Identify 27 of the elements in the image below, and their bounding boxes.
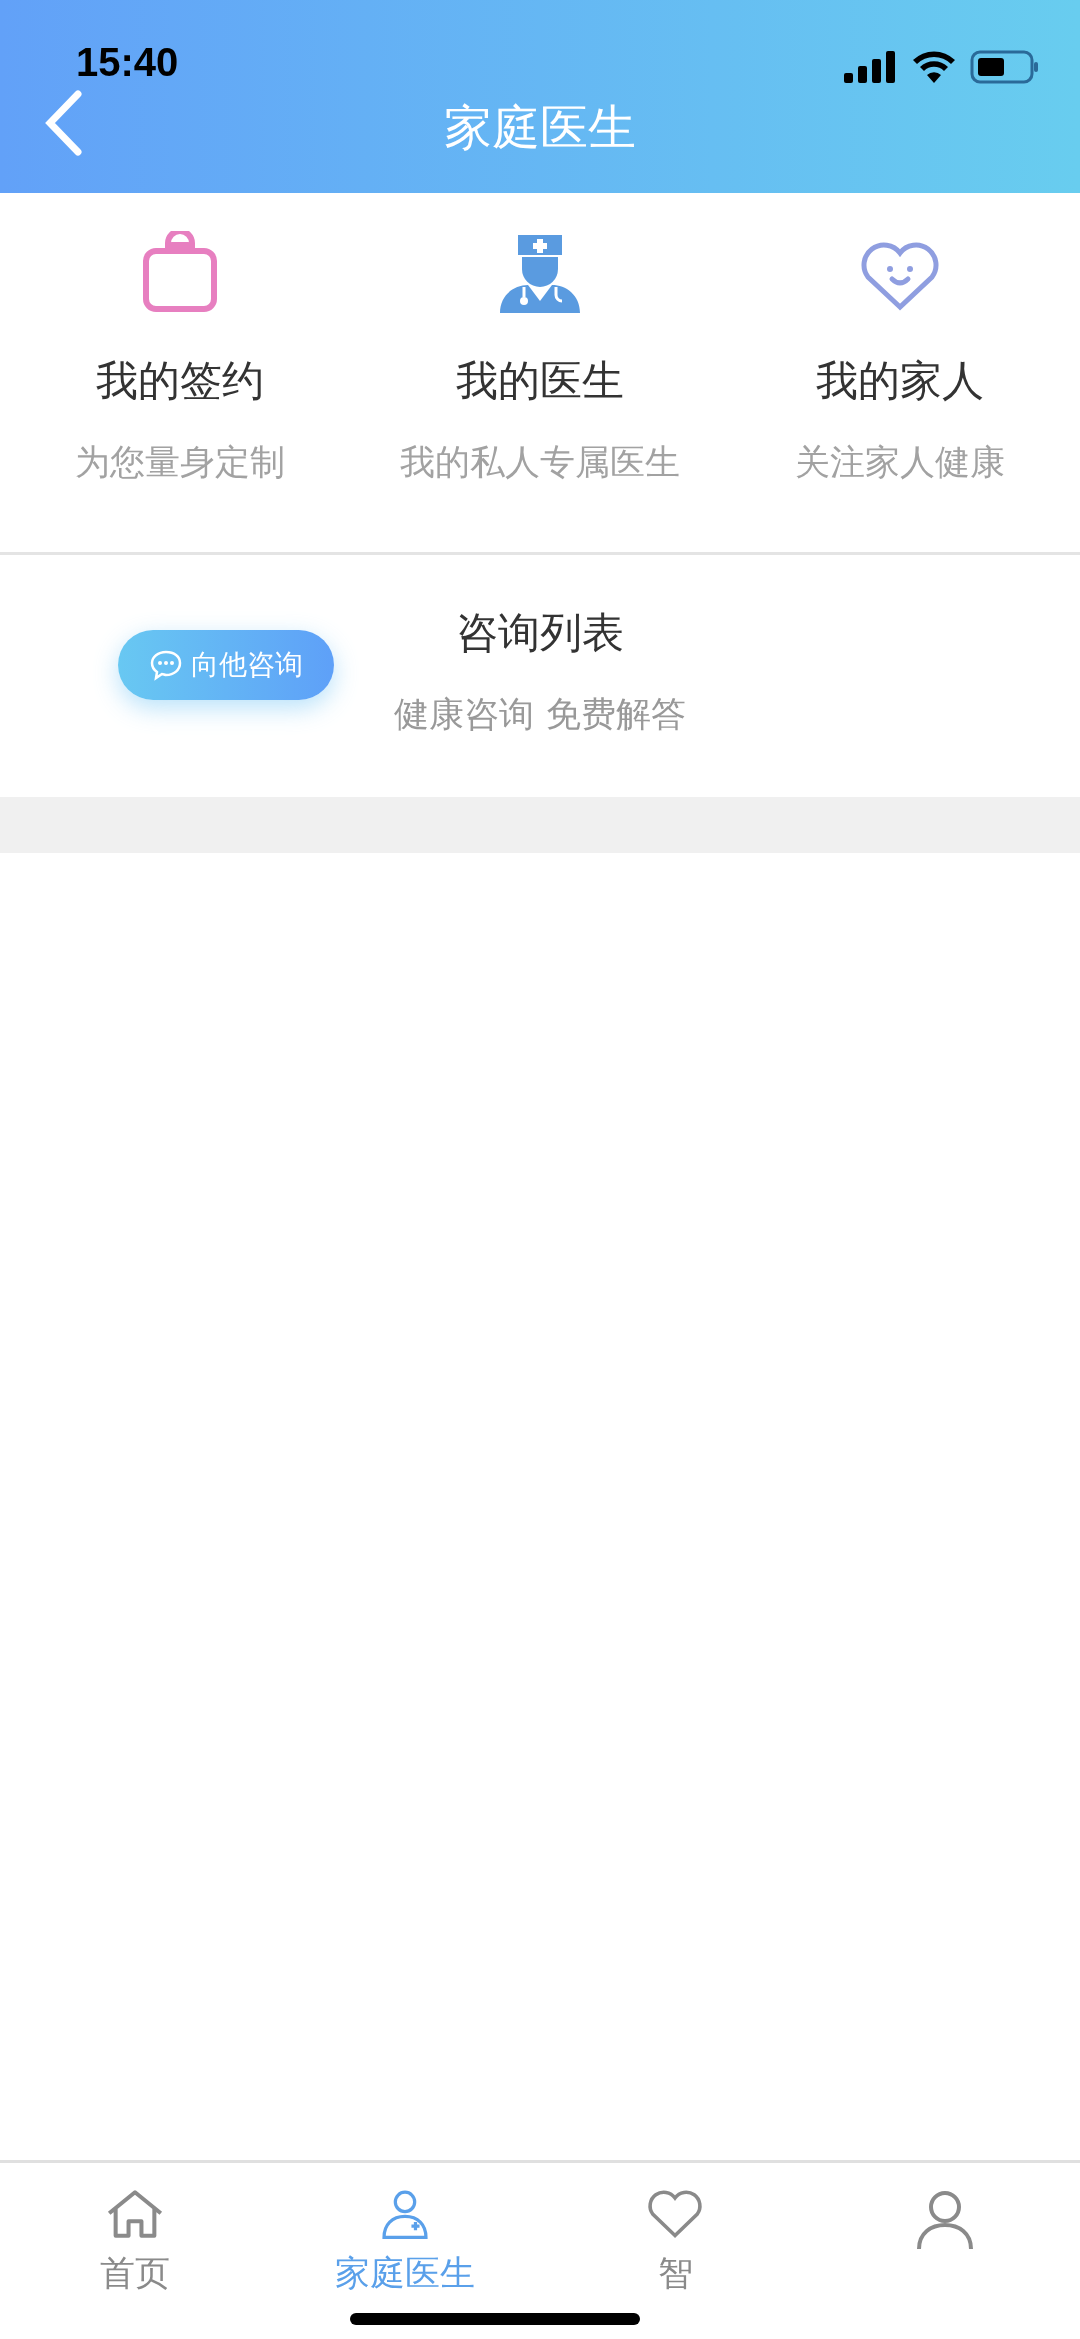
clock-time: 15:40 (76, 40, 179, 85)
feature-subtitle: 我的私人专属医生 (400, 441, 680, 484)
tab-label: 家庭医生 (335, 2253, 475, 2293)
feature-subtitle: 为您量身定制 (75, 441, 285, 484)
person-icon (915, 2189, 975, 2251)
tab-item[interactable]: 智 (540, 2163, 810, 2293)
tab-item[interactable]: 家庭医生 (270, 2163, 540, 2293)
bag-icon (142, 231, 218, 313)
battery-icon (970, 50, 1040, 84)
chat-icon (149, 649, 183, 681)
tab-label: 首页 (100, 2253, 170, 2293)
signal-icon (844, 51, 898, 83)
feature-title: 我的医生 (456, 355, 624, 407)
tab-item[interactable]: 首页 (0, 2163, 270, 2293)
feature-title: 我的签约 (96, 355, 264, 407)
consult-button[interactable]: 向他咨询 (118, 630, 334, 700)
feature-subtitle: 关注家人健康 (795, 441, 1005, 484)
smiling-heart-icon (860, 239, 940, 313)
tab-label: 智 (657, 2253, 693, 2293)
feature-item[interactable]: 我的签约 为您量身定制 (0, 193, 360, 552)
wifi-icon (912, 51, 956, 83)
section-title: 咨询列表 (456, 607, 624, 659)
feature-item[interactable]: 我的医生 我的私人专属医生 (360, 193, 720, 552)
feature-item[interactable]: 我的家人 关注家人健康 (720, 193, 1080, 552)
section-subtitle: 健康咨询 免费解答 (394, 693, 686, 736)
feature-title: 我的家人 (816, 355, 984, 407)
page-title: 家庭医生 (443, 98, 637, 157)
